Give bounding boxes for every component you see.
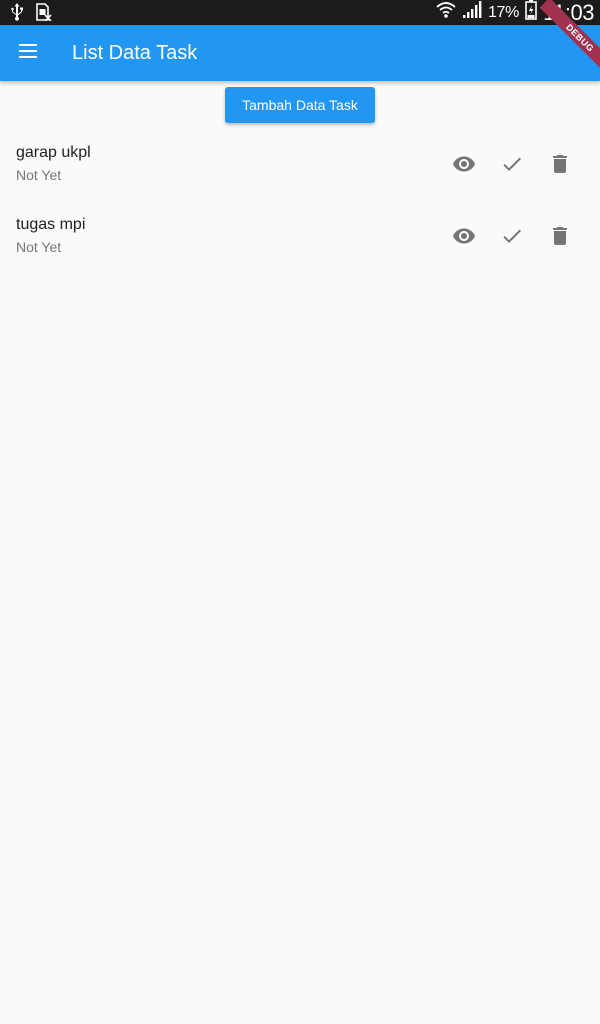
view-button[interactable]	[440, 142, 488, 190]
task-title: garap ukpl	[16, 144, 91, 161]
page-title: List Data Task	[72, 42, 198, 64]
list-item[interactable]: garap ukpl Not Yet	[0, 130, 600, 202]
wifi-icon	[436, 0, 456, 25]
delete-icon	[548, 152, 572, 181]
delete-button[interactable]	[536, 214, 584, 262]
status-bar: 17% 11:03	[0, 0, 600, 25]
battery-percent: 17%	[487, 3, 520, 21]
app-bar: List Data Task DEBUG	[0, 0, 600, 81]
check-icon	[500, 152, 524, 181]
battery-icon	[525, 0, 537, 25]
task-status: Not Yet	[16, 167, 62, 183]
add-task-button[interactable]: Tambah Data Task	[225, 87, 375, 123]
sim-icon	[36, 3, 52, 26]
signal-icon	[462, 1, 482, 24]
task-status: Not Yet	[16, 239, 62, 255]
menu-button[interactable]	[6, 29, 50, 77]
list-item[interactable]: tugas mpi Not Yet	[0, 202, 600, 274]
view-icon	[452, 152, 476, 181]
delete-icon	[548, 224, 572, 253]
usb-icon	[10, 3, 24, 26]
task-title: tugas mpi	[16, 216, 86, 233]
mark-done-button[interactable]	[488, 214, 536, 262]
menu-icon	[18, 43, 38, 63]
check-icon	[500, 224, 524, 253]
view-button[interactable]	[440, 214, 488, 262]
screen: 17% 11:03 List Data Task DEBUG Tambah Da…	[0, 0, 600, 1024]
view-icon	[452, 224, 476, 253]
mark-done-button[interactable]	[488, 142, 536, 190]
delete-button[interactable]	[536, 142, 584, 190]
status-bar-left	[10, 3, 52, 26]
